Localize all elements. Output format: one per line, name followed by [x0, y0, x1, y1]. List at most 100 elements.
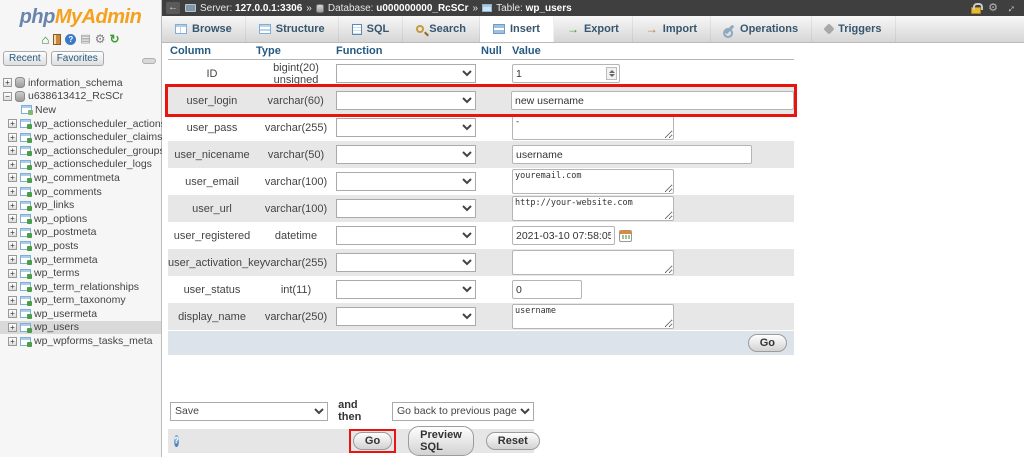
help-icon[interactable]: ?: [65, 34, 76, 45]
sidebar-item-table[interactable]: +wp_actionscheduler_groups: [0, 144, 161, 158]
expand-icon[interactable]: +: [8, 133, 17, 142]
sidebar-item-table[interactable]: +wp_term_taxonomy: [0, 294, 161, 308]
sidebar-item-table[interactable]: +wp_actionscheduler_logs: [0, 158, 161, 172]
expand-icon[interactable]: +: [8, 323, 17, 332]
function-select[interactable]: [336, 145, 476, 164]
number-spinner-icon[interactable]: [606, 67, 617, 80]
logo-php: php: [20, 6, 55, 28]
sidebar-item-table[interactable]: +wp_links: [0, 198, 161, 212]
display-name-value-textarea[interactable]: username: [512, 304, 674, 329]
function-select[interactable]: [336, 253, 476, 272]
tab-export[interactable]: →Export: [554, 16, 633, 42]
function-select[interactable]: [336, 307, 476, 326]
expand-icon[interactable]: +: [8, 173, 17, 182]
sidebar-item-information-schema[interactable]: + information_schema: [0, 76, 161, 90]
sidebar-item-table[interactable]: +wp_actionscheduler_claims: [0, 130, 161, 144]
expand-icon[interactable]: +: [8, 282, 17, 291]
user-activation-key-value-textarea[interactable]: [512, 250, 674, 275]
recent-tab[interactable]: Recent: [3, 51, 47, 66]
function-select[interactable]: [336, 64, 476, 83]
help-icon[interactable]: ?: [174, 435, 179, 447]
function-select[interactable]: [336, 199, 476, 218]
insert-icon: [493, 24, 505, 34]
user-url-value-textarea[interactable]: http://your-website.com: [512, 196, 674, 221]
reset-button[interactable]: Reset: [486, 432, 540, 450]
expand-icon[interactable]: +: [8, 201, 17, 210]
sidebar-item-table[interactable]: +wp_comments: [0, 185, 161, 199]
sidebar-item-table[interactable]: +wp_term_relationships: [0, 280, 161, 294]
sidebar-item-table[interactable]: +wp_usermeta: [0, 307, 161, 321]
sidebar-item-table[interactable]: +wp_posts: [0, 239, 161, 253]
preview-sql-button[interactable]: Preview SQL: [408, 426, 474, 456]
expand-icon[interactable]: +: [8, 337, 17, 346]
lock-icon[interactable]: [971, 7, 981, 14]
tab-structure[interactable]: Structure: [246, 16, 339, 42]
tab-browse[interactable]: Browse: [162, 16, 246, 42]
sidebar-item-table[interactable]: +wp_options: [0, 212, 161, 226]
form-go-button[interactable]: Go: [748, 334, 787, 352]
expand-icon[interactable]: +: [8, 214, 17, 223]
favorites-tab[interactable]: Favorites: [51, 51, 104, 66]
id-value-input[interactable]: [512, 64, 620, 83]
user-email-value-textarea[interactable]: youremail.com: [512, 169, 674, 194]
sidebar-item-table[interactable]: +wp_termmeta: [0, 253, 161, 267]
table-icon: [20, 282, 31, 291]
breadcrumb-table[interactable]: Table: wp_users: [496, 3, 572, 14]
user-login-value-input[interactable]: [511, 91, 794, 110]
refresh-icon[interactable]: ↻: [109, 33, 119, 45]
insert-action-select[interactable]: Save: [170, 402, 328, 421]
sidebar-resize-handle[interactable]: [142, 58, 156, 64]
tab-sql[interactable]: SQL: [339, 16, 404, 42]
sidebar-item-new-table[interactable]: New: [0, 103, 161, 117]
function-select[interactable]: [336, 280, 476, 299]
row-id: ID bigint(20) unsigned: [168, 60, 794, 87]
sidebar-item-table[interactable]: +wp_terms: [0, 266, 161, 280]
user-registered-value-input[interactable]: [512, 226, 615, 245]
sidebar-item-wp-users[interactable]: +wp_users: [0, 321, 161, 335]
after-insert-select[interactable]: Go back to previous page: [392, 402, 534, 421]
user-pass-value-textarea[interactable]: -: [512, 115, 674, 140]
expand-icon[interactable]: ↔: [1002, 0, 1018, 16]
expand-icon[interactable]: +: [8, 296, 17, 305]
table-tabs: Browse Structure SQL Search Insert →Expo…: [162, 16, 1024, 43]
go-button[interactable]: Go: [353, 432, 392, 450]
docs-icon[interactable]: ▤: [80, 34, 90, 45]
tab-search[interactable]: Search: [403, 16, 480, 42]
expand-icon[interactable]: +: [8, 160, 17, 169]
sidebar-item-table[interactable]: +wp_wpforms_tasks_meta: [0, 334, 161, 348]
expand-icon[interactable]: +: [8, 255, 17, 264]
breadcrumb-database[interactable]: Database: u000000000_RcSCr: [328, 3, 469, 14]
expand-icon[interactable]: +: [8, 228, 17, 237]
user-status-value-input[interactable]: [512, 280, 582, 299]
tab-operations[interactable]: Operations: [711, 16, 812, 42]
sidebar-item-table[interactable]: +wp_actionscheduler_actions: [0, 117, 161, 131]
tab-triggers[interactable]: Triggers: [812, 16, 895, 42]
sidebar-item-table[interactable]: +wp_commentmeta: [0, 171, 161, 185]
breadcrumb-server[interactable]: Server: 127.0.0.1:3306: [200, 3, 302, 14]
function-select[interactable]: [336, 118, 476, 137]
expand-icon[interactable]: +: [8, 146, 17, 155]
expand-icon[interactable]: +: [3, 78, 12, 87]
user-nicename-value-input[interactable]: [512, 145, 752, 164]
tab-insert[interactable]: Insert: [480, 16, 554, 42]
tab-import[interactable]: →Import: [633, 16, 711, 42]
expand-icon[interactable]: +: [8, 241, 17, 250]
expand-icon[interactable]: +: [8, 119, 17, 128]
expand-icon[interactable]: +: [8, 269, 17, 278]
go-highlight-box: Go: [349, 429, 396, 453]
sidebar-item-table[interactable]: +wp_postmeta: [0, 226, 161, 240]
expand-icon[interactable]: +: [8, 187, 17, 196]
function-select[interactable]: [336, 226, 476, 245]
sidebar-item-database-root[interactable]: − u638613412_RcSCr: [0, 90, 161, 104]
collapse-icon[interactable]: −: [3, 92, 12, 101]
settings-icon[interactable]: ⚙: [95, 33, 106, 45]
calendar-icon[interactable]: [619, 230, 632, 242]
table-icon: [20, 187, 31, 196]
function-select[interactable]: [336, 172, 476, 191]
collapse-sidebar-button[interactable]: ←: [166, 2, 180, 14]
function-select[interactable]: [336, 91, 476, 110]
settings-icon[interactable]: ⚙: [988, 3, 998, 14]
home-icon[interactable]: ⌂: [41, 33, 49, 46]
expand-icon[interactable]: +: [8, 309, 17, 318]
logout-icon[interactable]: [53, 34, 61, 45]
